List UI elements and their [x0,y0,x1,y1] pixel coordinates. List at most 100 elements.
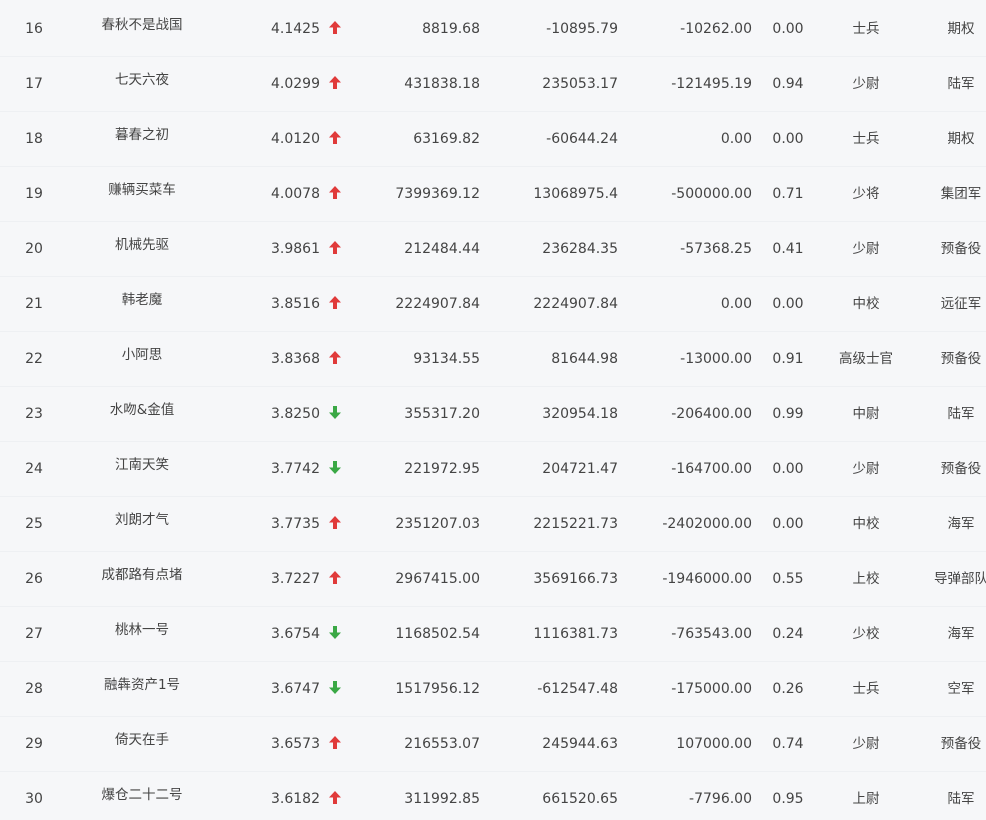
group-name: 海军 [947,516,975,532]
ratio-value: 0.00 [772,296,804,312]
value-2: 13068975.4 [533,186,618,202]
value-1: 311992.85 [404,791,480,807]
account-name[interactable]: 韩老魔 [72,277,212,332]
value-2: -10895.79 [546,21,618,37]
rank-number: 29 [25,736,43,752]
rank-number: 27 [25,626,43,642]
table-row[interactable]: 17 七天六夜 4.0299 431838.18 235053.17 -121495.19… [0,57,986,112]
value-3: -7796.00 [689,791,752,807]
score-value: 3.8368 [271,351,320,367]
value-2: 204721.47 [542,461,618,477]
military-rank: 中尉 [852,406,880,422]
table-row[interactable]: 28 融犇资产1号 3.6747 1517956.12 -612547.48 -17500… [0,662,986,717]
score-value: 4.0078 [271,186,320,202]
table-row[interactable]: 26 成都路有点堵 3.7227 2967415.00 3569166.73 -19460… [0,552,986,607]
rank-number: 23 [25,406,43,422]
value-1: 1517956.12 [395,681,480,697]
ratio-value: 0.24 [772,626,804,642]
value-1: 8819.68 [422,21,480,37]
military-rank: 中校 [852,516,880,532]
account-name[interactable]: 刘朗才气 [72,497,212,552]
ratio-value: 0.00 [772,461,804,477]
rank-number: 24 [25,461,43,477]
score-value: 3.6573 [271,736,320,752]
account-name[interactable]: 爆仓二十二号 [72,772,212,820]
account-name[interactable]: 七天六夜 [72,57,212,112]
table-row[interactable]: 19 赚辆买菜车 4.0078 7399369.12 13068975.4 -500000… [0,167,986,222]
military-rank: 士兵 [852,131,880,147]
value-2: 3569166.73 [533,571,618,587]
table-row[interactable]: 22 小阿思 3.8368 93134.55 81644.98 -13000.00 0.91… [0,332,986,387]
arrow-up-icon [326,552,344,607]
account-name[interactable]: 暮春之初 [72,112,212,167]
value-3: -500000.00 [671,186,752,202]
account-name[interactable]: 桃林一号 [72,607,212,662]
account-name[interactable]: 赚辆买菜车 [72,167,212,222]
ratio-value: 0.99 [772,406,804,422]
account-name[interactable]: 小阿思 [72,332,212,387]
military-rank: 士兵 [852,21,880,37]
score-value: 3.6182 [271,791,320,807]
arrow-up-icon [326,112,344,167]
table-row[interactable]: 24 江南天笑 3.7742 221972.95 204721.47 -164700.00… [0,442,986,497]
value-3: 0.00 [720,131,752,147]
group-name: 陆军 [947,76,975,92]
value-2: 235053.17 [542,76,618,92]
rank-number: 30 [25,791,43,807]
military-rank: 少尉 [852,736,880,752]
score-value: 3.9861 [271,241,320,257]
score-value: 3.6754 [271,626,320,642]
value-2: -60644.24 [546,131,618,147]
table-row[interactable]: 25 刘朗才气 3.7735 2351207.03 2215221.73 -2402000… [0,497,986,552]
military-rank: 少将 [852,186,880,202]
account-name[interactable]: 江南天笑 [72,442,212,497]
military-rank: 少尉 [852,76,880,92]
account-name[interactable]: 机械先驱 [72,222,212,277]
table-row[interactable]: 20 机械先驱 3.9861 212484.44 236284.35 -57368.25 0… [0,222,986,277]
value-1: 355317.20 [404,406,480,422]
ratio-value: 0.71 [772,186,804,202]
score-value: 4.1425 [271,21,320,37]
value-1: 2967415.00 [395,571,480,587]
group-name: 空军 [947,681,975,697]
account-name[interactable]: 倚天在手 [72,717,212,772]
value-1: 2351207.03 [395,516,480,532]
value-1: 212484.44 [404,241,480,257]
ratio-value: 0.91 [772,351,804,367]
rank-number: 21 [25,296,43,312]
table-row[interactable]: 29 倚天在手 3.6573 216553.07 245944.63 107000.00 0… [0,717,986,772]
account-name[interactable]: 春秋不是战国 [72,2,212,57]
score-value: 3.7742 [271,461,320,477]
score-value: 3.8516 [271,296,320,312]
table-row[interactable]: 18 暮春之初 4.0120 63169.82 -60644.24 0.00 0.00 士兵 期… [0,112,986,167]
value-2: 661520.65 [542,791,618,807]
rank-number: 22 [25,351,43,367]
table-row[interactable]: 16 春秋不是战国 4.1425 8819.68 -10895.79 -10262.00 0… [0,2,986,57]
arrow-up-icon [326,717,344,772]
ratio-value: 0.95 [772,791,804,807]
value-3: -206400.00 [671,406,752,422]
account-name[interactable]: 成都路有点堵 [72,552,212,607]
table-row[interactable]: 27 桃林一号 3.6754 1168502.54 1116381.73 -763543.… [0,607,986,662]
value-3: -121495.19 [671,76,752,92]
table-row[interactable]: 30 爆仓二十二号 3.6182 311992.85 661520.65 -7796.00… [0,772,986,820]
table-row[interactable]: 23 水吻&金值 3.8250 355317.20 320954.18 -206400.0… [0,387,986,442]
arrow-down-icon [326,442,344,497]
score-value: 3.8250 [271,406,320,422]
group-name: 导弹部队 [934,571,986,587]
score-value: 3.7735 [271,516,320,532]
value-2: 81644.98 [551,351,618,367]
arrow-up-icon [326,2,344,57]
value-3: 107000.00 [676,736,752,752]
account-name[interactable]: 水吻&金值 [72,387,212,442]
ratio-value: 0.00 [772,516,804,532]
account-name[interactable]: 融犇资产1号 [72,662,212,717]
value-1: 431838.18 [404,76,480,92]
table-row[interactable]: 21 韩老魔 3.8516 2224907.84 2224907.84 0.00 0.00 中… [0,277,986,332]
arrow-up-icon [326,57,344,112]
value-1: 221972.95 [404,461,480,477]
group-name: 预备役 [940,461,982,477]
value-3: -13000.00 [680,351,752,367]
value-3: -763543.00 [671,626,752,642]
group-name: 陆军 [947,406,975,422]
